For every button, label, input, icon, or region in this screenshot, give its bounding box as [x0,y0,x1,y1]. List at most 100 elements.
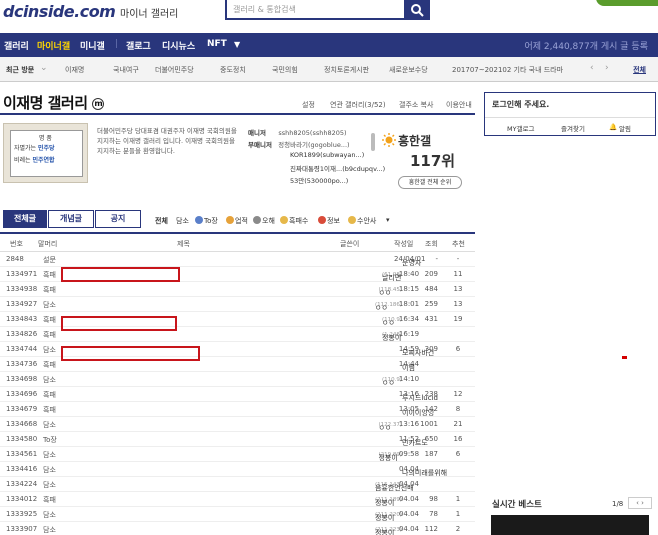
favorites-link[interactable]: 즐겨찾기 [561,123,585,133]
post-writer[interactable]: 정봉이 (1.248) [322,330,402,342]
post-views: 187 [424,450,438,458]
head-filter[interactable]: 담소 [176,216,189,226]
settings-link[interactable]: 설정 [302,100,315,110]
alerts-link[interactable]: 알림 [619,123,631,133]
post-writer[interactable]: 정봉이 (211.223) [322,525,402,535]
table-row[interactable]: 1334224담소정말 대구 나서서 김할안 월드 패미 부서아하는거 아…음흉… [0,477,475,492]
nav-item-news[interactable]: 디시뉴스 [162,39,195,52]
nav-item-gallery[interactable]: 갤러리 [4,39,29,52]
manager-link[interactable]: sshh8205(sshh8205) [278,129,346,137]
table-row[interactable]: 1333925담소클리앙 원래 이러냐? ㅇ ㅇ정봉이 (211.220)04.… [0,507,475,522]
submanager-link[interactable]: 53만(530000po...) [290,175,348,185]
post-head: 담소 [43,511,56,519]
copy-address-link[interactable]: 갤주소 복사 [399,100,433,110]
submanager-link[interactable]: 정청바라기(gogoblue...) [278,141,349,149]
tab-concept[interactable]: 개념글 [48,210,94,228]
corner-badge[interactable] [596,0,658,6]
post-writer[interactable]: ㅇㅇ (110.9) [322,315,402,327]
post-head: 흑패 [43,286,56,294]
post-head: 흑패 [43,316,56,324]
post-writer[interactable]: 정봉이 (211.220) [322,510,402,522]
live-best-box: 실시간 베스트 1/8 ‹ › [484,488,656,535]
nav-item-minor[interactable]: 마이너갤 [37,39,70,52]
bell-icon[interactable]: 🔔 [609,123,617,131]
nav-more-icon[interactable]: ▼ [234,40,240,49]
gallery-title-text[interactable]: 이재명 갤러리 [3,94,88,112]
gallery-description: 더불어민주당 당대표겸 대권주자 이재명 국회의원을 지지하는 이재명 갤러리 … [97,127,237,155]
table-row[interactable]: 1334696흑패내가 불회동아가고 있는 정 하나 있다면 비례 의석 하…루… [0,387,475,402]
gallery-type-label[interactable]: 마이너 갤러리 [120,5,178,20]
rank-all-button[interactable]: 흥한갤 전체 순위 [398,176,462,189]
post-writer[interactable]: ㅇㅇ (110.9) [322,375,402,387]
login-title[interactable]: 로그인해 주세요. [492,99,549,110]
post-writer[interactable]: 정봉이 (219.89) [322,450,402,462]
table-row[interactable]: 2848설문점집을 자주 다닐 것 같은 스타는?운영자24/04/01-- [0,252,475,267]
recent-item[interactable]: 정치토론게시판 [324,65,369,75]
guide-link[interactable]: 이용안내 [446,100,472,110]
chevron-down-icon[interactable]: ▾ [386,216,390,224]
post-head: 흑패 [43,331,56,339]
chevron-down-icon[interactable]: ⌄ [40,63,48,73]
table-row[interactable]: 1334679흑패이번선거에 대한 나의 개인적인 고찰이이이잉잉13:0514… [0,402,475,417]
live-best-title: 실시간 베스트 [492,500,542,510]
scrollbar[interactable] [371,133,375,151]
post-number: 1334843 [6,315,38,323]
head-filter-all[interactable]: 전체 [155,216,168,226]
search-button[interactable] [404,0,430,20]
recent-item[interactable]: 더불어민주당 [155,65,194,75]
table-row[interactable]: 1334012흑패한동훈/윤석열 vs 문재인정봉이 (211.189)04.0… [0,492,475,507]
nav-item-nft[interactable]: NFT [207,39,227,49]
recent-item[interactable]: 중도정치 [220,65,246,75]
my-gallog-link[interactable]: MY갤로그 [507,123,535,133]
post-number: 1334668 [6,420,38,428]
recent-item[interactable]: 국민의힘 [272,65,298,75]
tab-all[interactable]: 전체글 [3,210,47,228]
chevron-left-icon[interactable]: ‹ [590,63,594,73]
table-row[interactable]: 1334416담소이재성 유틉 열심히 보는데 경순하고 열심히하겠다고…나의미… [0,462,475,477]
post-views: 1001 [420,420,438,428]
recent-item[interactable]: 국내여구 [113,65,139,75]
live-best-thumbnail[interactable] [491,515,649,535]
table-row[interactable]: 1334561담소이재명의 비상금 추미에, 송영길 수박보단 영길이…정봉이 … [0,447,475,462]
search-input[interactable]: 갤러리 & 통합검색 [225,0,430,20]
post-views: 142 [424,405,438,413]
nav-item-mini[interactable]: 미니갤 [80,39,105,52]
head-filter[interactable]: To장 [195,216,218,226]
post-writer[interactable]: ㅇㅇ (118.45) [322,285,402,297]
live-best-arrows[interactable]: ‹ › [628,497,652,509]
tab-notice[interactable]: 공지 [95,210,141,228]
post-date: 04.04 [398,480,420,488]
table-row[interactable]: 1334668담소전은수 조국 만났네ㅇㅇ (122.37)13:1610012… [0,417,475,432]
related-gallery-link[interactable]: 연관 갤러리(3/52) [330,100,386,110]
post-writer[interactable]: 정봉이 (211.189) [322,495,402,507]
post-number: 1334224 [6,480,38,488]
post-writer[interactable]: 음흉한언선배 (115.143) [322,480,414,492]
head-filter[interactable]: 오해 [253,216,275,226]
recent-all-link[interactable]: 전체 [633,65,646,75]
recent-label: 최근 방문 [6,66,35,74]
post-head: 흑패 [43,391,56,399]
col-title: 제목 [177,240,190,248]
table-row[interactable]: 1334580To장이재명 지지자들 "문재인 제정신이냐…더불어플랫 방해민카… [0,432,475,447]
site-logo[interactable]: dcinside.com [3,2,116,21]
head-filter[interactable]: 정보 [318,216,340,226]
recent-item[interactable]: 이재명 [65,65,84,75]
head-filter[interactable]: 업적 [226,216,248,226]
table-row[interactable]: 1334938흑패pk는 진짜 걱정임 [3]ㅇㅇ (118.45)18:154… [0,282,475,297]
submanager-link[interactable]: KOR1899(subwayan...) [290,151,364,159]
post-date: 16:19 [398,330,420,338]
recent-item[interactable]: 새로운보수당 [389,65,428,75]
table-row[interactable]: 1334698담소이번 사전투표는 예전과 다르게 보수도 집결했음ㅇㅇ (11… [0,372,475,387]
post-writer[interactable]: ㅇㅇ (112.186) [322,300,402,312]
post-writer[interactable]: 날리면 (61.98) [322,270,402,282]
nav-item-gallog[interactable]: 갤로그 [126,39,151,52]
recent-item[interactable]: 201707~202102 기타 국내 드라마 [452,65,563,75]
head-filter[interactable]: 흑패수 [280,216,308,226]
submanager-link[interactable]: 진짜대통령1이재...(b9cdupqv...) [290,163,385,173]
head-filter[interactable]: 수안사 [348,216,376,226]
table-row[interactable]: 1333907담소새벽에 몇몇 선거토론회 본 후기(전부 읽어 주세요)정봉이… [0,522,475,535]
table-row[interactable]: 1334927담소문재인 일부러 투표날 결집시키나 생각도 듬 [2]ㅇㅇ (… [0,297,475,312]
chevron-right-icon[interactable]: › [605,63,609,73]
post-views: 209 [424,270,438,278]
post-writer[interactable]: ㅇㅇ (122.37) [322,420,402,432]
